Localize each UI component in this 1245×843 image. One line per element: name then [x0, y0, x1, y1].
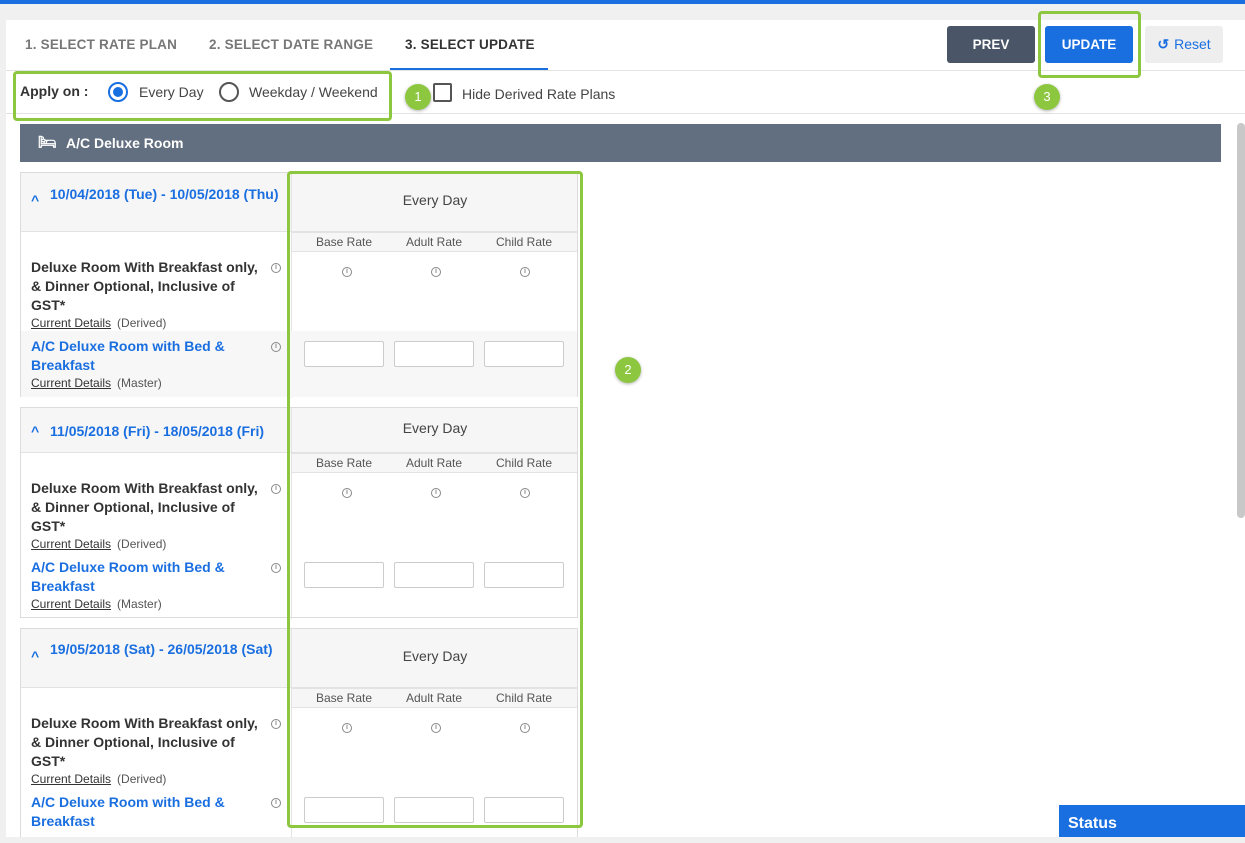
master-details: Current Details (Master)	[31, 376, 162, 390]
current-details-link[interactable]: Current Details	[31, 537, 111, 551]
master-details: Current Details (Master)	[31, 597, 162, 611]
tab-select-update[interactable]: 3. SELECT UPDATE	[405, 20, 535, 70]
current-details-link[interactable]: Current Details	[31, 316, 111, 330]
highlight-rate-columns	[287, 171, 583, 828]
derived-plan-name: Deluxe Room With Breakfast only, & Dinne…	[31, 259, 258, 313]
reset-label: Reset	[1174, 36, 1211, 52]
plan-tag: (Master)	[117, 376, 162, 390]
hide-derived-label[interactable]: Hide Derived Rate Plans	[462, 86, 615, 102]
date-range[interactable]: 10/04/2018 (Tue) - 10/05/2018 (Thu)	[50, 185, 280, 204]
room-name: A/C Deluxe Room	[66, 135, 184, 151]
plan-tag: (Derived)	[117, 316, 167, 330]
plan-tag: (Derived)	[117, 772, 167, 786]
chevron-up-icon[interactable]: ^	[31, 192, 39, 208]
date-range[interactable]: 19/05/2018 (Sat) - 26/05/2018 (Sat)	[50, 640, 280, 659]
master-plan-name[interactable]: A/C Deluxe Room with Bed & Breakfast	[31, 558, 271, 596]
info-icon[interactable]: i	[271, 563, 281, 573]
date-range[interactable]: 11/05/2018 (Fri) - 18/05/2018 (Fri)	[50, 422, 295, 441]
bed-icon: 🛏	[38, 134, 58, 151]
chevron-up-icon[interactable]: ^	[31, 423, 39, 439]
info-icon[interactable]: i	[271, 263, 281, 273]
active-tab-indicator	[390, 68, 548, 70]
tab-select-date-range[interactable]: 2. SELECT DATE RANGE	[209, 20, 373, 70]
info-icon[interactable]: i	[271, 484, 281, 494]
tab-select-rate-plan[interactable]: 1. SELECT RATE PLAN	[25, 20, 177, 70]
prev-button[interactable]: PREV	[947, 26, 1035, 63]
top-accent-bar	[0, 0, 1245, 4]
status-panel[interactable]: Status	[1059, 805, 1245, 837]
room-header: 🛏 A/C Deluxe Room	[20, 124, 1221, 162]
current-details-link[interactable]: Current Details	[31, 376, 111, 390]
plan-tag: (Master)	[117, 597, 162, 611]
plan-tag: (Derived)	[117, 537, 167, 551]
derived-plan-name: Deluxe Room With Breakfast only, & Dinne…	[31, 715, 258, 769]
highlight-apply-on	[13, 71, 392, 121]
master-plan-name[interactable]: A/C Deluxe Room with Bed & Breakfast	[31, 337, 271, 375]
annotation-badge-3: 3	[1034, 84, 1060, 110]
highlight-update	[1038, 11, 1141, 78]
info-icon[interactable]: i	[271, 798, 281, 808]
current-details-link[interactable]: Current Details	[31, 597, 111, 611]
info-icon[interactable]: i	[271, 342, 281, 352]
chevron-up-icon[interactable]: ^	[31, 648, 39, 664]
derived-plan-name: Deluxe Room With Breakfast only, & Dinne…	[31, 480, 258, 534]
annotation-badge-1: 1	[405, 84, 431, 110]
master-plan-name[interactable]: A/C Deluxe Room with Bed & Breakfast	[31, 793, 271, 831]
scrollbar[interactable]	[1237, 123, 1245, 518]
derived-details: Current Details (Derived)	[31, 772, 166, 786]
derived-details: Current Details (Derived)	[31, 537, 166, 551]
reset-button[interactable]: ↺ Reset	[1145, 26, 1223, 63]
derived-details: Current Details (Derived)	[31, 316, 166, 330]
info-icon[interactable]: i	[271, 719, 281, 729]
hide-derived-checkbox[interactable]	[433, 83, 452, 102]
refresh-icon: ↺	[1157, 36, 1170, 52]
annotation-badge-2: 2	[615, 357, 641, 383]
current-details-link[interactable]: Current Details	[31, 772, 111, 786]
